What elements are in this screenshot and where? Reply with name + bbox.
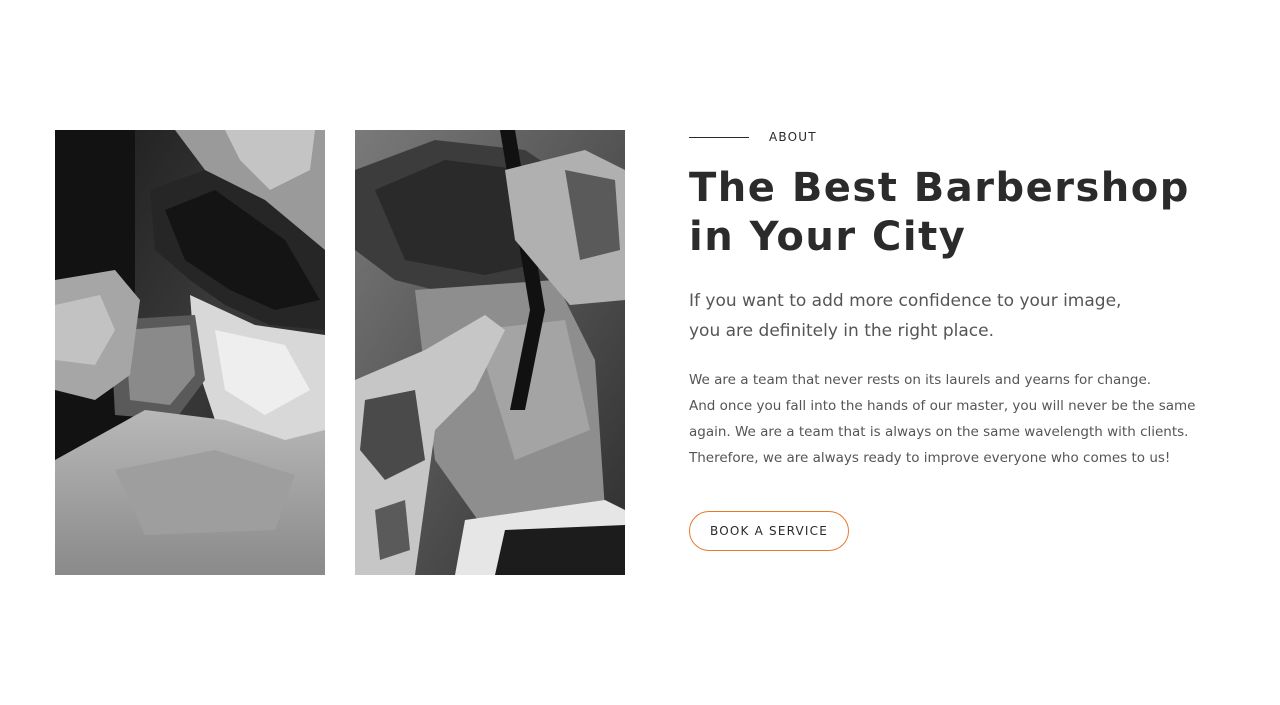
section-headline: The Best Barbershop in Your City <box>689 165 1190 260</box>
barber-photo-beard-brush <box>55 130 325 575</box>
book-a-service-button[interactable]: BOOK A SERVICE <box>689 511 849 551</box>
eyebrow-label: ABOUT <box>769 130 817 144</box>
body-line: We are a team that never rests on its la… <box>689 372 1152 388</box>
lead-paragraph: If you want to add more confidence to yo… <box>689 286 1159 346</box>
lead-line: If you want to add more confidence to yo… <box>689 291 1122 311</box>
body-line: Therefore, we are always ready to improv… <box>689 450 1171 466</box>
about-section: ABOUT The Best Barbershop in Your City I… <box>689 126 1249 551</box>
body-paragraph: We are a team that never rests on its la… <box>689 367 1209 471</box>
eyebrow-divider-line <box>689 136 749 138</box>
body-line: And once you fall into the hands of our … <box>689 398 1196 414</box>
section-eyebrow: ABOUT <box>689 126 1249 148</box>
body-line: again. We are a team that is always on t… <box>689 424 1189 440</box>
barber-photo-razor-shave <box>355 130 625 575</box>
lead-line: you are definitely in the right place. <box>689 321 994 341</box>
